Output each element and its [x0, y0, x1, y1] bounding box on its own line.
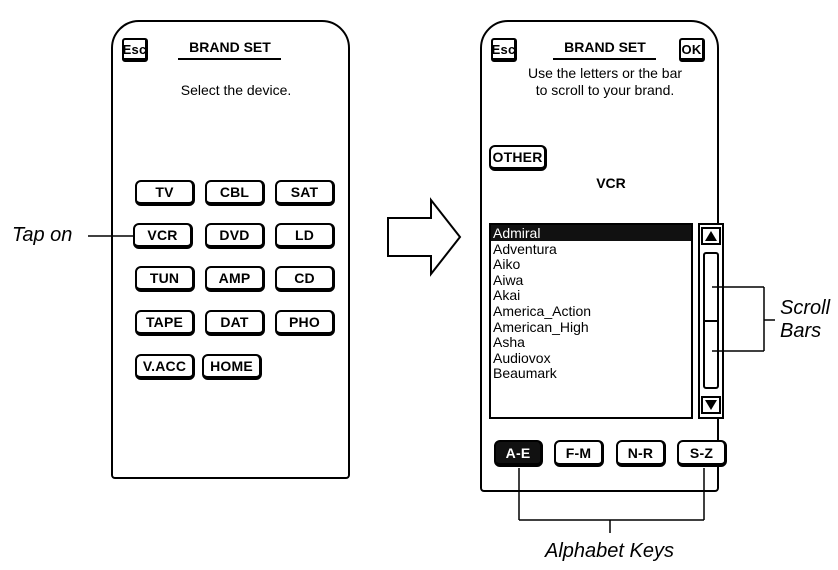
transition-arrow-icon: [387, 197, 462, 277]
callout-bars: Bars: [780, 320, 822, 342]
callout-lines: [88, 197, 775, 533]
callout-alphabet-keys: Alphabet Keys: [545, 540, 674, 562]
callout-tap-on: Tap on: [12, 224, 73, 246]
callout-scroll: Scroll: [780, 297, 831, 319]
